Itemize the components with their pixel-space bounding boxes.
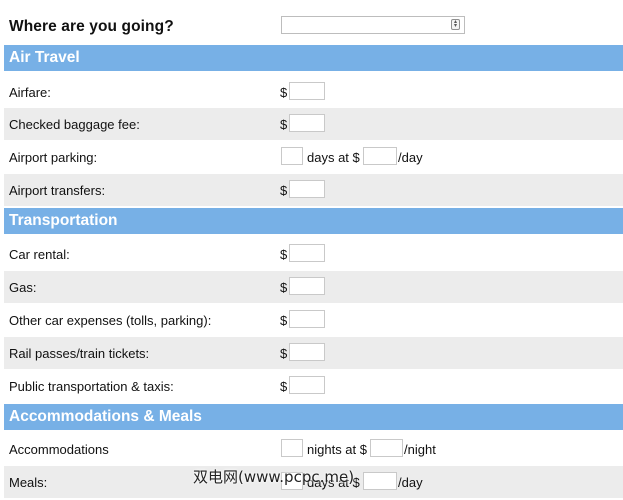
row-rail-passes: Rail passes/train tickets: $: [4, 337, 623, 369]
per-day-text: /day: [398, 150, 423, 165]
row-label: Airport parking:: [9, 150, 98, 165]
section-header-accommodations-meals: Accommodations & Meals: [4, 404, 623, 430]
row-other-car-expenses: Other car expenses (tolls, parking): $: [4, 304, 623, 336]
meals-rate-input[interactable]: [363, 472, 397, 490]
row-gas: Gas: $: [4, 271, 623, 303]
public-transportation-input[interactable]: [289, 376, 325, 394]
airfare-input[interactable]: [289, 82, 325, 100]
section-header-transportation: Transportation: [4, 208, 623, 234]
trip-budget-form: Where are you going? ▴ ▾ Air Travel Airfa…: [0, 0, 623, 500]
nights-at-text: nights at $: [307, 442, 367, 457]
days-at-text: days at $: [307, 150, 360, 165]
row-label: Rail passes/train tickets:: [9, 346, 150, 361]
other-car-expenses-input[interactable]: [289, 310, 325, 328]
rail-passes-input[interactable]: [289, 343, 325, 361]
gas-input[interactable]: [289, 277, 325, 295]
currency-symbol: $: [280, 183, 288, 198]
baggage-fee-input[interactable]: [289, 114, 325, 132]
parking-rate-input[interactable]: [363, 147, 397, 165]
row-airport-parking: Airport parking: days at $ /day: [4, 141, 623, 173]
row-public-transportation: Public transportation & taxis: $: [4, 370, 623, 402]
row-accommodations: Accommodations nights at $ /night: [4, 433, 623, 465]
parking-days-input[interactable]: [281, 147, 303, 165]
accommodation-nights-input[interactable]: [281, 439, 303, 457]
car-rental-input[interactable]: [289, 244, 325, 262]
row-label: Gas:: [9, 280, 37, 295]
currency-symbol: $: [280, 85, 288, 100]
row-label: Other car expenses (tolls, parking):: [9, 313, 212, 328]
row-airport-transfers: Airport transfers: $: [4, 174, 623, 206]
currency-symbol: $: [280, 379, 288, 394]
destination-row: Where are you going? ▴ ▾: [0, 0, 623, 42]
transfers-input[interactable]: [289, 180, 325, 198]
section-title: Accommodations & Meals: [9, 408, 202, 425]
watermark-text: 双电网(www.pcpc.me): [193, 468, 355, 486]
row-label: Airfare:: [9, 85, 51, 100]
currency-symbol: $: [280, 280, 288, 295]
section-title: Air Travel: [9, 49, 80, 66]
row-checked-baggage: Checked baggage fee: $: [4, 108, 623, 140]
currency-symbol: $: [280, 346, 288, 361]
row-label: Accommodations: [9, 442, 109, 457]
row-label: Car rental:: [9, 247, 70, 262]
section-title: Transportation: [9, 212, 118, 229]
currency-symbol: $: [280, 247, 288, 262]
destination-label: Where are you going?: [9, 18, 174, 35]
row-label: Public transportation & taxis:: [9, 379, 174, 394]
accommodation-rate-input[interactable]: [370, 439, 403, 457]
per-night-text: /night: [404, 442, 436, 457]
row-car-rental: Car rental: $: [4, 238, 623, 270]
row-label: Meals:: [9, 475, 48, 490]
row-label: Airport transfers:: [9, 183, 106, 198]
select-arrows-icon: ▴ ▾: [451, 19, 460, 30]
row-label: Checked baggage fee:: [9, 117, 140, 132]
currency-symbol: $: [280, 313, 288, 328]
per-day-text: /day: [398, 475, 423, 490]
row-airfare: Airfare: $: [4, 76, 623, 108]
currency-symbol: $: [280, 117, 288, 132]
section-header-air-travel: Air Travel: [4, 45, 623, 71]
destination-select[interactable]: ▴ ▾: [281, 16, 465, 34]
